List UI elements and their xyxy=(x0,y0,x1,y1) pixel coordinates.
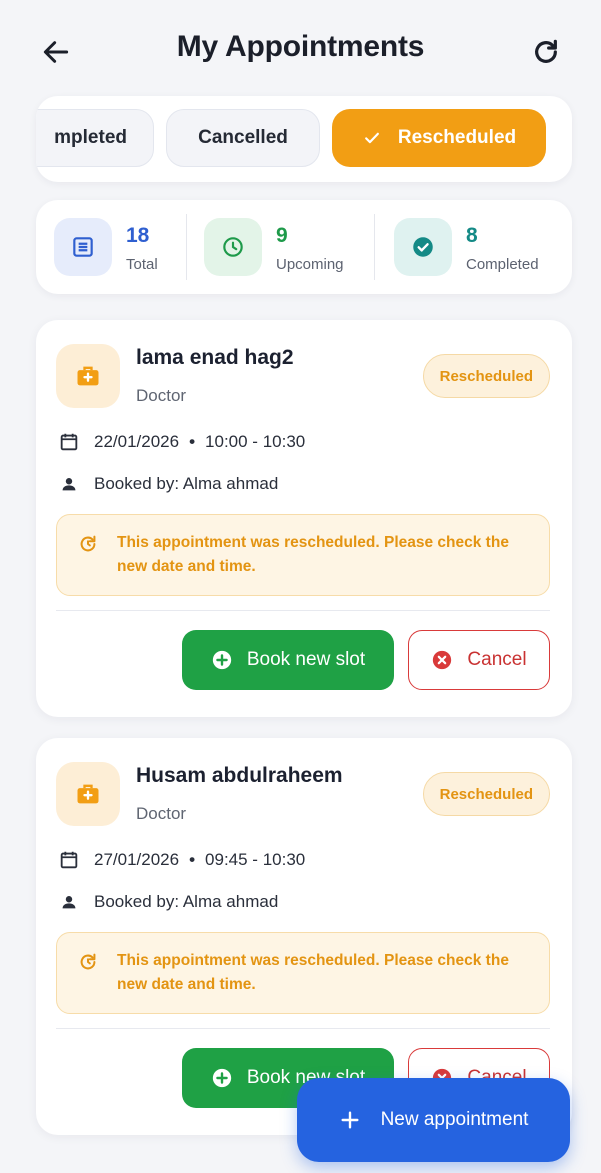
separator-dot: • xyxy=(189,432,196,451)
stat-label: Total xyxy=(126,256,158,273)
filter-chip-label: mpleted xyxy=(54,127,127,148)
doctor-avatar xyxy=(56,344,120,408)
divider xyxy=(374,214,375,280)
stat-value: 18 xyxy=(126,224,150,247)
calendar-icon xyxy=(60,433,78,451)
medical-bag-icon xyxy=(77,784,99,804)
close-circle-icon xyxy=(433,650,452,670)
page-title: My Appointments xyxy=(176,30,425,63)
filter-chip-completed[interactable]: mpleted xyxy=(36,109,154,167)
doctor-avatar xyxy=(56,762,120,826)
stat-label: Upcoming xyxy=(276,256,344,273)
filter-chip-label: Cancelled xyxy=(198,127,288,148)
button-label: Book new slot xyxy=(246,649,366,670)
list-icon xyxy=(73,237,93,257)
appointment-date: 27/01/2026 xyxy=(94,850,180,869)
stat-icon-container xyxy=(204,218,262,276)
reschedule-notice: This appointment was rescheduled. Please… xyxy=(56,932,550,1014)
appointment-date: 22/01/2026 xyxy=(94,432,180,451)
appointment-card: Husam abdulraheem Doctor Rescheduled 27/… xyxy=(36,738,572,1135)
stat-total: 18 Total xyxy=(54,218,184,276)
separator-dot: • xyxy=(189,850,196,869)
stat-icon-container xyxy=(54,218,112,276)
doctor-name: lama enad hag2 xyxy=(136,346,294,369)
stat-value: 9 xyxy=(276,224,288,247)
filter-chip-cancelled[interactable]: Cancelled xyxy=(166,109,320,167)
calendar-icon xyxy=(60,851,78,869)
plus-icon xyxy=(341,1111,359,1129)
stats-summary: 18 Total 9 Upcoming 8 Completed xyxy=(36,200,572,294)
check-circle-icon xyxy=(413,237,433,257)
booked-by-row: Booked by: Alma ahmad xyxy=(58,472,278,496)
notice-text: This appointment was rescheduled. Please… xyxy=(117,534,509,575)
appointment-time: 09:45 - 10:30 xyxy=(205,850,306,869)
stat-value: 8 xyxy=(466,224,478,247)
cancel-button[interactable]: Cancel xyxy=(408,630,550,690)
booked-by-row: Booked by: Alma ahmad xyxy=(58,890,278,914)
status-badge: Rescheduled xyxy=(422,354,550,398)
stat-upcoming: 9 Upcoming xyxy=(204,218,364,276)
button-label: New appointment xyxy=(380,1109,529,1130)
doctor-name: Husam abdulraheem xyxy=(136,764,343,787)
new-appointment-button[interactable]: New appointment xyxy=(297,1078,570,1162)
divider xyxy=(56,610,550,611)
person-icon xyxy=(62,478,76,491)
refresh-icon[interactable] xyxy=(530,36,562,68)
reschedule-notice: This appointment was rescheduled. Please… xyxy=(56,514,550,596)
doctor-role: Doctor xyxy=(136,804,187,823)
appointment-datetime: 22/01/2026 • 10:00 - 10:30 xyxy=(58,430,305,454)
appointment-card: lama enad hag2 Doctor Rescheduled 22/01/… xyxy=(36,320,572,717)
appointment-datetime: 27/01/2026 • 09:45 - 10:30 xyxy=(58,848,305,872)
booked-by-text: Booked by: Alma ahmad xyxy=(94,474,279,493)
reschedule-icon xyxy=(80,535,96,552)
button-label: Cancel xyxy=(467,649,527,670)
medical-bag-icon xyxy=(77,366,99,386)
filter-chip-label: Rescheduled xyxy=(397,127,517,148)
divider xyxy=(56,1028,550,1029)
clock-icon xyxy=(223,237,243,257)
person-icon xyxy=(62,896,76,909)
notice-text: This appointment was rescheduled. Please… xyxy=(117,952,509,993)
reschedule-icon xyxy=(80,953,96,970)
check-icon xyxy=(364,132,379,144)
plus-circle-icon xyxy=(212,650,232,670)
appointment-time: 10:00 - 10:30 xyxy=(205,432,306,451)
doctor-role: Doctor xyxy=(136,386,187,405)
status-filter-bar: mpleted Cancelled Rescheduled xyxy=(36,96,572,182)
stat-label: Completed xyxy=(466,256,539,273)
status-badge: Rescheduled xyxy=(422,772,550,816)
stat-icon-container xyxy=(394,218,452,276)
filter-chip-rescheduled[interactable]: Rescheduled xyxy=(332,109,546,167)
book-new-slot-button[interactable]: Book new slot xyxy=(182,630,394,690)
stat-completed: 8 Completed xyxy=(394,218,554,276)
divider xyxy=(186,214,187,280)
app-header: My Appointments xyxy=(0,0,601,98)
booked-by-text: Booked by: Alma ahmad xyxy=(94,892,279,911)
plus-circle-icon xyxy=(212,1068,232,1088)
